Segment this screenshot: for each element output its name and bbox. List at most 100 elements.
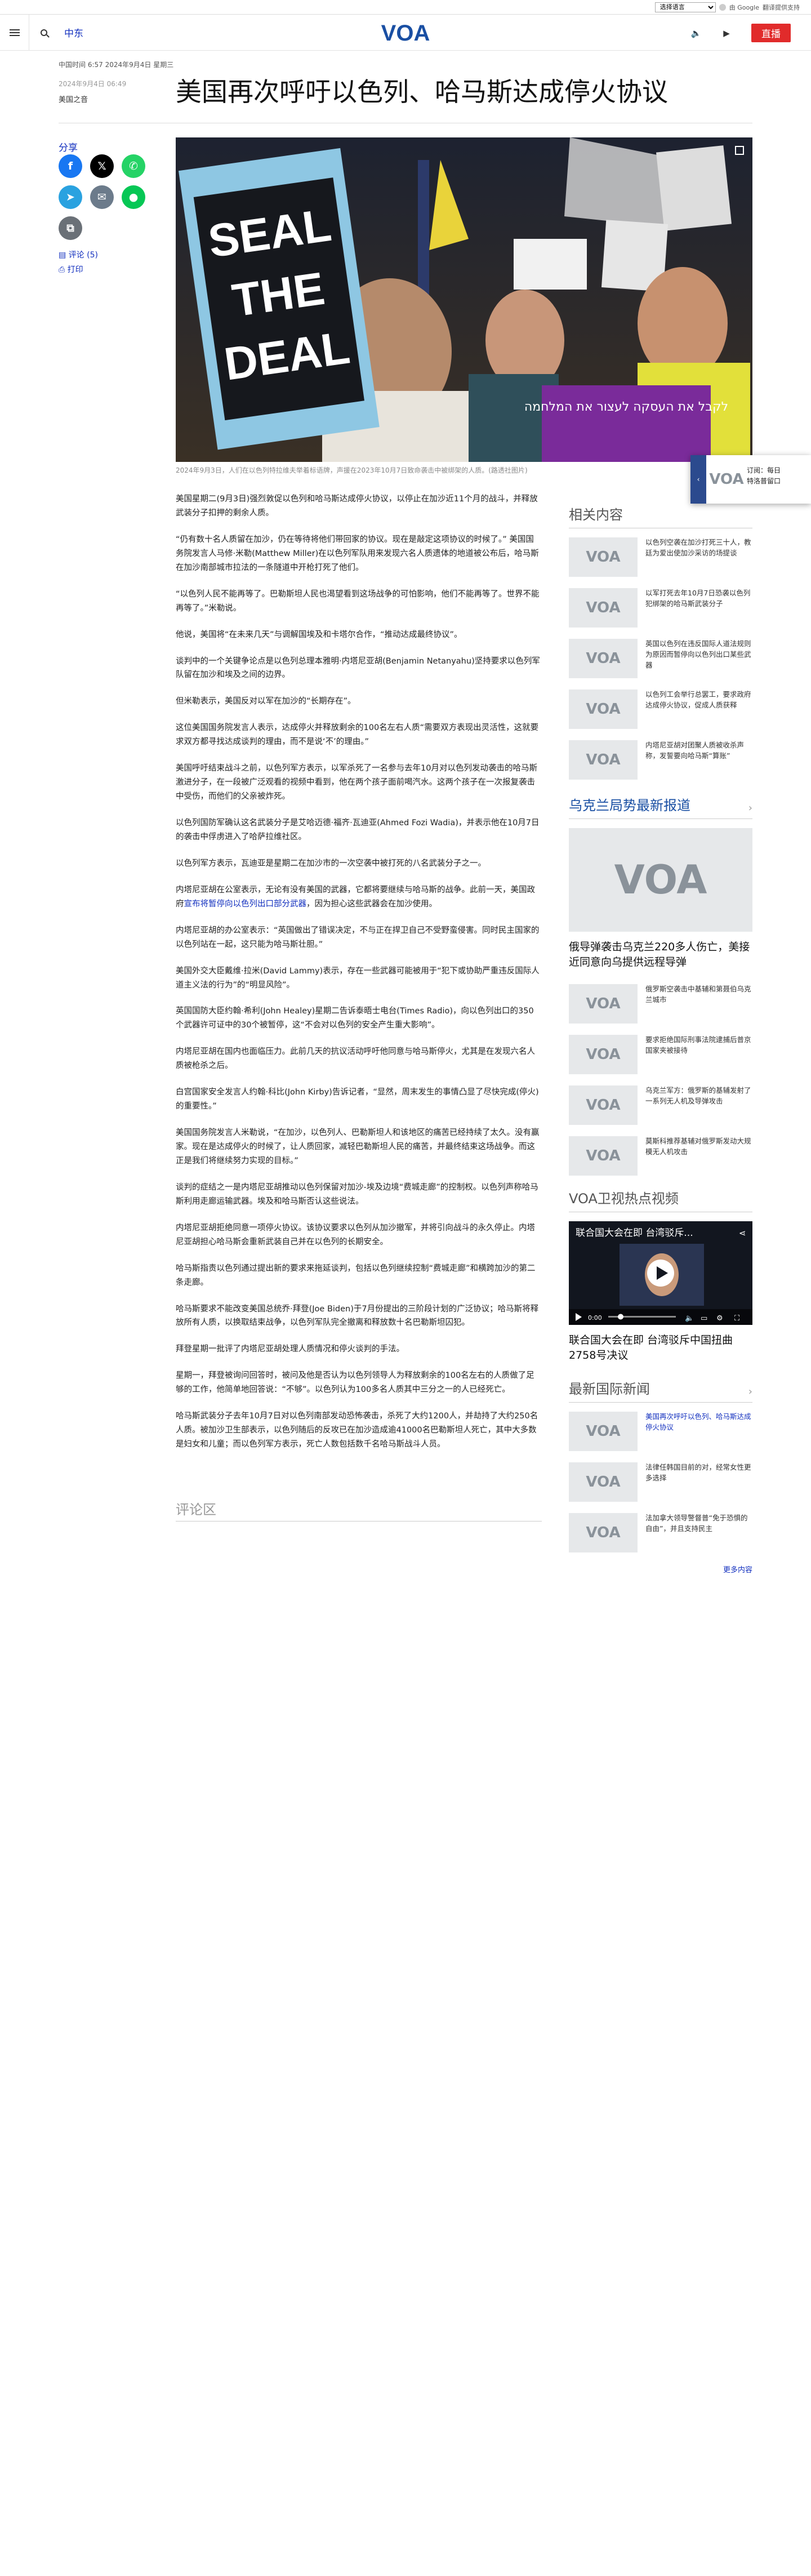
paragraph: 这位美国国务院发言人表示，达成停火并释放剩余的100名左右人质“需要双方表现出灵… bbox=[176, 723, 539, 747]
voa-logo-icon: VOA bbox=[709, 471, 744, 488]
list-item[interactable]: VOA 莫斯科推荐基辅对俄罗斯发动大规模无人机攻击 bbox=[569, 1136, 752, 1176]
list-item[interactable]: VOA 要求拒绝国际刑事法院逮捕后普京国家夹被接待 bbox=[569, 1035, 752, 1075]
section-link[interactable]: 中东 bbox=[64, 25, 83, 39]
volume-icon[interactable]: 🔈 bbox=[685, 1314, 694, 1323]
list-item[interactable]: VOA 以色列工会举行总罢工，要求政府达成停火协议，促成人质获释 bbox=[569, 689, 752, 729]
fullscreen-icon[interactable]: ⛶ bbox=[734, 1314, 740, 1323]
paragraph: 以色列国防军确认这名武装分子是艾哈迈德·福齐·瓦迪亚(Ahmed Fozi Wa… bbox=[176, 818, 540, 842]
comments-count: 评论 (5) bbox=[68, 251, 98, 260]
paragraph: 星期一，拜登被询问回答时，被问及他是否认为以色列领导人为释放剩余的100名左右的… bbox=[176, 1371, 534, 1395]
voa-thumb-icon: VOA bbox=[569, 740, 638, 780]
list-item-title: 英国以色列在违反国际人道法规则为原因而暂停向以色列出口某些武器 bbox=[645, 639, 751, 669]
progress-handle[interactable] bbox=[618, 1314, 623, 1320]
line-share-button[interactable]: ● bbox=[122, 185, 145, 209]
protest-photo: SEAL THE DEAL לקבל את העסקה לעצור את המל… bbox=[176, 137, 752, 462]
live-button[interactable]: 直播 bbox=[751, 24, 791, 42]
telegram-icon: ➤ bbox=[66, 191, 75, 203]
list-item[interactable]: VOA 以色列空袭在加沙打死三十人，教廷为爱出使加沙采访的场提谈 bbox=[569, 537, 752, 577]
print-link[interactable]: ⎙ 打印 bbox=[59, 264, 83, 275]
paragraph: 以色列军方表示，瓦迪亚是星期二在加沙市的一次空袭中被打死的八名武装分子之一。 bbox=[176, 858, 486, 868]
voa-thumb-icon: VOA bbox=[569, 1136, 638, 1176]
paragraph: 美国国务院发言人米勒说，“在加沙，以色列人、巴勒斯坦人和该地区的痛苦已经持续了太… bbox=[176, 1128, 540, 1165]
paragraph: 内塔尼亚胡的办公室表示：“英国做出了错误决定，不与正在捍卫自己不受野蛮侵害。同时… bbox=[176, 926, 540, 949]
search-icon bbox=[41, 29, 47, 36]
menu-button[interactable] bbox=[0, 14, 29, 51]
video-time: 0:00 bbox=[588, 1314, 602, 1322]
captions-icon[interactable]: ▭ bbox=[701, 1314, 707, 1323]
paragraph: 美国星期二(9月3日)强烈敦促以色列和哈马斯达成停火协议，以停止在加沙近11个月… bbox=[176, 495, 538, 518]
search-button[interactable] bbox=[29, 15, 59, 51]
x-share-button[interactable]: 𝕏 bbox=[90, 154, 114, 178]
list-item-title: 乌克兰军方：俄罗斯的基辅发射了一系列无人机及导弹攻击 bbox=[645, 1086, 751, 1105]
more-link[interactable]: 更多内容 bbox=[569, 1564, 752, 1574]
paragraph: 内塔尼亚胡在公室表示，无论有没有美国的武器，它都将要继续与哈马斯的战争。此前一天… bbox=[176, 885, 535, 909]
comments-link[interactable]: ▤ 评论 (5) bbox=[59, 249, 98, 260]
copy-icon: ⧉ bbox=[66, 222, 74, 234]
list-item-title: 莫斯科推荐基辅对俄罗斯发动大规模无人机攻击 bbox=[645, 1137, 751, 1156]
rail-title-text: 乌克兰局势最新报道 bbox=[569, 798, 690, 813]
header-actions: 🔈 ▶ 直播 bbox=[690, 24, 791, 42]
comments-section-title: 评论区 bbox=[176, 1502, 216, 1518]
list-item[interactable]: VOA 俄罗斯空袭击中基辅和第聂伯乌克兰城市 bbox=[569, 984, 752, 1024]
list-item[interactable]: VOA 英国以色列在违反国际人道法规则为原因而暂停向以色列出口某些武器 bbox=[569, 639, 752, 678]
settings-icon[interactable]: ⚙ bbox=[716, 1314, 723, 1323]
paragraph: 美国呼吁结束战斗之前，以色列军方表示，以军杀死了一名参与去年10月对以色列发动袭… bbox=[176, 764, 537, 802]
paragraph: 哈马斯要求不能改变美国总统乔·拜登(Joe Biden)于7月份提出的三阶段计划… bbox=[176, 1304, 539, 1328]
floating-widget[interactable]: ‹ VOA 订阅：每日 特洛普留口 bbox=[690, 455, 811, 504]
list-item[interactable]: VOA 美国再次呼吁以色列、哈马斯达成停火协议 bbox=[569, 1412, 752, 1451]
arms-link[interactable]: 宣布将暂停向以色列出口部分武器 bbox=[184, 900, 307, 909]
chevron-right-icon: › bbox=[748, 1386, 752, 1398]
paragraph: 白宫国家安全发言人约翰·科比(John Kirby)告诉记者，“显然，周末发生的… bbox=[176, 1088, 539, 1111]
voa-video-section: VOA卫视热点视频 联合国大会在即 台湾驳斥... ⋖ 0:00 🔈 ▭ ⚙ ⛶… bbox=[569, 1187, 752, 1377]
list-item-title: 以军打死去年10月7日恐袭以色列犯绑架的哈马斯武装分子 bbox=[645, 589, 751, 608]
chevron-left-icon[interactable]: ‹ bbox=[690, 455, 706, 504]
rail-title-text: 相关内容 bbox=[569, 507, 623, 523]
video-frame: 联合国大会在即 台湾驳斥... ⋖ 0:00 🔈 ▭ ⚙ ⛶ bbox=[569, 1221, 752, 1325]
publish-date: 2024年9月4日 06:49 bbox=[59, 80, 127, 88]
share-icon[interactable]: ⋖ bbox=[739, 1228, 746, 1238]
video-caption[interactable]: 联合国大会在即 台湾驳斥中国扭曲2758号决议 bbox=[569, 1333, 752, 1363]
voa-thumb-icon: VOA bbox=[569, 1513, 638, 1552]
hero-image[interactable]: SEAL THE DEAL לקבל את העסקה לעצור את המל… bbox=[176, 137, 752, 462]
list-item-title: 以色列空袭在加沙打死三十人，教廷为爱出使加沙采访的场提谈 bbox=[645, 538, 751, 557]
paragraph: 谈判中的一个关键争论点是以色列总理本雅明·内塔尼亚胡(Benjamin Neta… bbox=[176, 656, 540, 680]
article-body: 美国星期二(9月3日)强烈敦促以色列和哈马斯达成停火协议，以停止在加沙近11个月… bbox=[176, 492, 542, 1464]
whatsapp-share-button[interactable]: ✆ bbox=[122, 154, 145, 178]
copy-link-button[interactable]: ⧉ bbox=[59, 216, 82, 240]
rail-title: 相关内容 bbox=[569, 504, 752, 528]
paragraph: 他说，美国将“在未来几天”与调解国埃及和卡塔尔合作，“推动达成最终协议”。 bbox=[176, 630, 462, 639]
audio-icon[interactable]: 🔈 bbox=[690, 28, 702, 39]
language-select[interactable]: 选择语言 bbox=[654, 2, 716, 12]
line-icon: ● bbox=[128, 191, 139, 203]
voa-thumb-icon: VOA bbox=[569, 1085, 638, 1125]
rail-title[interactable]: 乌克兰局势最新报道 › bbox=[569, 794, 752, 819]
powered-by-text: 由 Google bbox=[729, 3, 759, 11]
list-item[interactable]: VOA 法律任韩国目前的对，经常女性更多选择 bbox=[569, 1462, 752, 1502]
hamburger-icon bbox=[9, 29, 20, 36]
print-label: 打印 bbox=[67, 265, 83, 274]
featured-thumb[interactable]: VOA bbox=[569, 828, 752, 932]
list-item[interactable]: VOA 内塔尼亚胡对团聚人质被收杀声称，发誓要向哈马斯“算账” bbox=[569, 740, 752, 780]
author: 美国之音 bbox=[59, 96, 88, 104]
rail-title[interactable]: 最新国际新闻 › bbox=[569, 1378, 752, 1403]
paragraph: 谈判的症结之一是内塔尼亚胡推动以色列保留对加沙-埃及边境“费城走廊”的控制权。以… bbox=[176, 1182, 538, 1206]
video-player[interactable]: 联合国大会在即 台湾驳斥... ⋖ 0:00 🔈 ▭ ⚙ ⛶ bbox=[569, 1221, 752, 1325]
paragraph: 内塔尼亚胡拒绝同意一项停火协议。该协议要求以色列从加沙撤军，并将引向战斗的永久停… bbox=[176, 1223, 535, 1247]
list-item-title: 法加拿大领导警督普“免于恐惧的自由”，并且支持民主 bbox=[645, 1514, 748, 1533]
email-share-button[interactable]: ✉ bbox=[90, 185, 114, 209]
featured-title[interactable]: 俄导弹袭击乌克兰220多人伤亡，美接近同意向乌提供远程导弹 bbox=[569, 940, 752, 969]
paragraph: 但米勒表示，美国反对以军在加沙的“长期存在”。 bbox=[176, 697, 356, 706]
translate-text: 翻译提供支持 bbox=[763, 3, 800, 11]
list-item[interactable]: VOA 以军打死去年10月7日恐袭以色列犯绑架的哈马斯武装分子 bbox=[569, 588, 752, 628]
list-item[interactable]: VOA 法加拿大领导警督普“免于恐惧的自由”，并且支持民主 bbox=[569, 1513, 752, 1552]
google-icon bbox=[719, 3, 726, 11]
paragraph: 英国国防大臣约翰·希利(John Healey)星期二告诉泰晤士电台(Times… bbox=[176, 1007, 534, 1030]
voa-logo[interactable]: VOA bbox=[377, 21, 434, 46]
facebook-share-button[interactable]: f bbox=[59, 154, 82, 178]
video-icon[interactable]: ▶ bbox=[721, 28, 732, 39]
paragraph: 拜登星期一批评了内塔尼亚胡处理人质情况和停火谈判的手法。 bbox=[176, 1345, 404, 1354]
voa-thumb-icon: VOA bbox=[569, 689, 638, 729]
share-label: 分享 bbox=[59, 143, 78, 154]
list-item[interactable]: VOA 乌克兰军方：俄罗斯的基辅发射了一系列无人机及导弹攻击 bbox=[569, 1085, 752, 1125]
telegram-share-button[interactable]: ➤ bbox=[59, 185, 82, 209]
